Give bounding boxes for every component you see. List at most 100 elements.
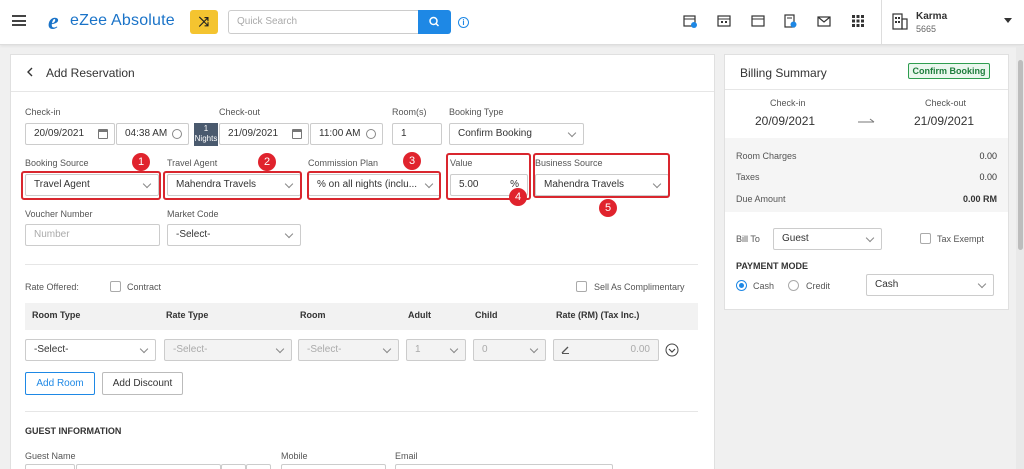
rate-input[interactable]: 0.00 — [553, 339, 659, 361]
rooms-label: Room(s) — [392, 107, 427, 117]
page-title: Add Reservation — [46, 66, 135, 80]
back-arrow-icon[interactable] — [26, 67, 34, 77]
booking-type-value: Confirm Booking — [458, 128, 532, 139]
billing-checkout-label: Check-out — [925, 98, 967, 108]
calendar-icon[interactable] — [751, 14, 765, 28]
booking-type-select[interactable]: Confirm Booking — [449, 123, 584, 145]
apps-grid-icon[interactable] — [851, 14, 865, 28]
payment-type-value: Cash — [875, 279, 899, 290]
checkout-time-field[interactable]: 11:00 AM — [310, 123, 383, 145]
clock-icon — [172, 129, 182, 139]
ezee-logo-icon: e — [48, 9, 59, 35]
clock-icon — [366, 129, 376, 139]
bill-to-value: Guest — [782, 233, 809, 244]
complimentary-checkbox[interactable] — [576, 281, 587, 292]
divider — [11, 91, 714, 92]
column-header-child: Child — [475, 310, 498, 320]
room-type-value: -Select- — [34, 344, 69, 355]
checkout-date-field[interactable]: 21/09/2021 — [219, 123, 309, 145]
voucher-label: Voucher Number — [25, 209, 93, 219]
app-logo-text: eZee Absolute — [70, 12, 175, 29]
arrow-right-icon — [858, 118, 875, 123]
booking-type-label: Booking Type — [449, 107, 504, 117]
shuffle-icon[interactable]: ⤨ — [190, 10, 218, 34]
nights-label: Nights — [194, 134, 218, 143]
chevron-down-icon — [865, 233, 875, 243]
checkout-date-value: 21/09/2021 — [228, 128, 279, 139]
divider — [881, 0, 882, 45]
calendar-icon — [98, 129, 108, 139]
guest-section-title: GUEST INFORMATION — [25, 426, 122, 436]
chevron-down-icon — [284, 229, 294, 239]
tax-exempt-label: Tax Exempt — [937, 234, 985, 244]
room-type-select[interactable]: -Select- — [25, 339, 156, 361]
chevron-circle-down-icon[interactable] — [665, 343, 679, 357]
email-input[interactable] — [395, 464, 613, 469]
checkin-label: Check-in — [25, 107, 61, 117]
guest-title-select[interactable] — [25, 464, 75, 469]
mail-icon[interactable] — [817, 14, 831, 28]
checkin-date-field[interactable]: 20/09/2021 — [25, 123, 115, 145]
credit-radio[interactable] — [788, 280, 799, 291]
checkout-label: Check-out — [219, 107, 261, 117]
travel-agent-label: Travel Agent — [167, 158, 218, 168]
taxes-label: Taxes — [736, 172, 760, 182]
step-marker-3: 3 — [403, 152, 421, 170]
scrollbar-thumb[interactable] — [1018, 60, 1023, 250]
calendar-grid-icon[interactable] — [717, 14, 731, 28]
quick-search-input[interactable]: Quick Search — [228, 10, 418, 34]
add-discount-button[interactable]: Add Discount — [102, 372, 183, 395]
cash-radio[interactable] — [736, 280, 747, 291]
info-icon[interactable]: i — [458, 17, 469, 28]
property-name[interactable]: Karma — [916, 11, 947, 22]
child-value: 0 — [482, 344, 488, 355]
billing-checkin-date: 20/09/2021 — [755, 114, 816, 128]
guest-search-button[interactable] — [221, 464, 246, 469]
document-dollar-icon[interactable] — [783, 14, 797, 28]
mobile-input[interactable] — [281, 464, 386, 469]
rooms-input[interactable]: 1 — [392, 123, 442, 145]
contract-checkbox[interactable] — [110, 281, 121, 292]
guest-name-input[interactable] — [76, 464, 221, 469]
calendar-add-icon[interactable] — [683, 14, 697, 28]
email-label: Email — [395, 451, 418, 461]
divider — [725, 89, 1008, 90]
tax-exempt-checkbox[interactable] — [920, 233, 931, 244]
column-header-room: Room — [300, 310, 326, 320]
room-charges-value: 0.00 — [979, 151, 997, 161]
chevron-down-icon — [449, 344, 459, 354]
checkin-time-field[interactable]: 04:38 AM — [116, 123, 189, 145]
add-room-button[interactable]: Add Room — [25, 372, 95, 395]
booking-source-label: Booking Source — [25, 158, 89, 168]
adult-select[interactable]: 1 — [406, 339, 466, 361]
rate-value: 0.00 — [630, 344, 650, 355]
market-code-select[interactable]: -Select- — [167, 224, 301, 246]
market-code-label: Market Code — [167, 209, 219, 219]
chevron-down-icon — [382, 344, 392, 354]
nights-badge: 1 Nights — [194, 123, 218, 146]
commission-plan-label: Commission Plan — [308, 158, 379, 168]
chevron-down-icon[interactable] — [1004, 18, 1012, 23]
billing-summary-title: Billing Summary — [740, 66, 827, 80]
child-select[interactable]: 0 — [473, 339, 546, 361]
contract-label: Contract — [127, 282, 162, 292]
mobile-label: Mobile — [281, 451, 308, 461]
room-select[interactable]: -Select- — [298, 339, 399, 361]
building-icon — [892, 13, 908, 30]
edit-icon[interactable] — [561, 345, 570, 354]
checkin-time-value: 04:38 AM — [125, 128, 168, 139]
search-button[interactable] — [418, 10, 451, 34]
guest-add-button[interactable] — [246, 464, 271, 469]
payment-type-select[interactable]: Cash — [866, 274, 994, 296]
checkin-date-value: 20/09/2021 — [34, 128, 85, 139]
chevron-down-icon — [529, 344, 539, 354]
chevron-down-icon — [139, 344, 149, 354]
room-charges-label: Room Charges — [736, 151, 797, 161]
cash-label: Cash — [753, 281, 775, 291]
bill-to-select[interactable]: Guest — [773, 228, 882, 250]
hamburger-menu-icon[interactable] — [12, 15, 26, 26]
status-badge: Confirm Booking — [908, 63, 990, 79]
voucher-input[interactable]: Number — [25, 224, 160, 246]
adult-value: 1 — [415, 344, 421, 355]
rate-type-select[interactable]: -Select- — [164, 339, 292, 361]
